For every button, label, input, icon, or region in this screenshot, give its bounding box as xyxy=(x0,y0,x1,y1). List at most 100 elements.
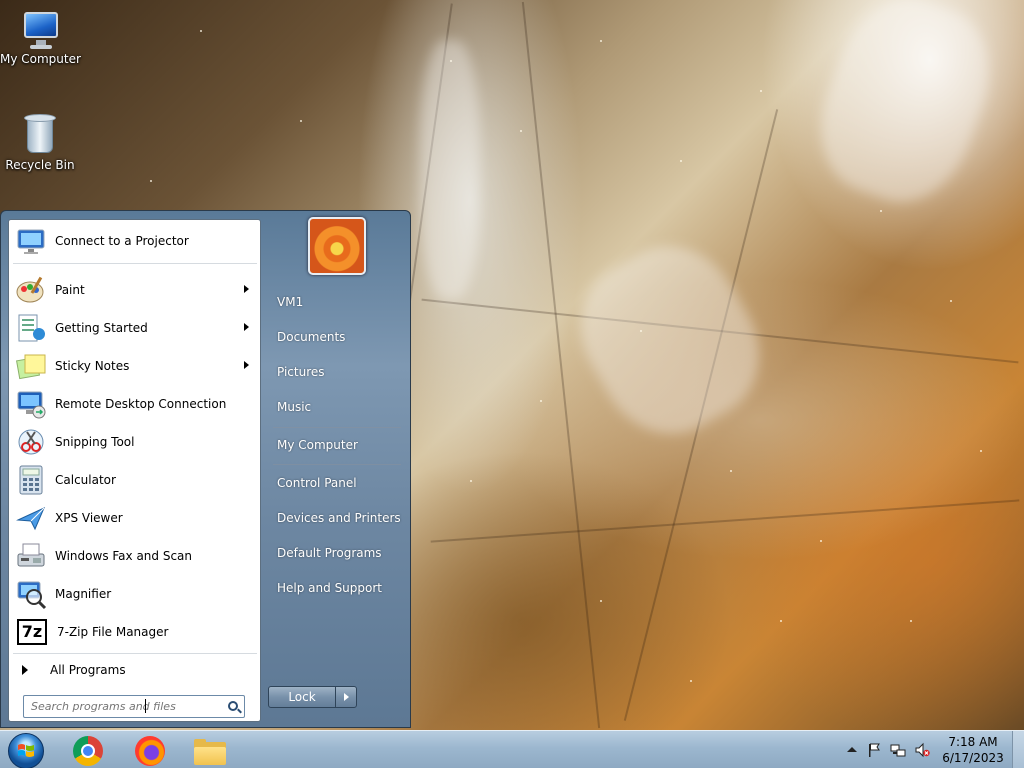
right-item-default-programs[interactable]: Default Programs xyxy=(265,539,405,567)
program-label: Paint xyxy=(55,283,85,297)
taskbar-firefox-button[interactable] xyxy=(120,733,170,767)
program-getting-started[interactable]: Getting Started xyxy=(11,310,259,346)
desktop-icon-label: My Computer xyxy=(0,52,81,66)
right-item-my-computer[interactable]: My Computer xyxy=(265,431,405,459)
all-programs-arrow-icon xyxy=(22,665,28,675)
right-item-label: Pictures xyxy=(277,365,325,379)
search-box[interactable] xyxy=(23,695,245,718)
search-icon[interactable] xyxy=(228,701,238,711)
taskbar-chrome-button[interactable] xyxy=(58,733,108,767)
right-item-label: My Computer xyxy=(277,438,358,452)
program-label: Magnifier xyxy=(55,587,112,601)
program-snipping-tool[interactable]: Snipping Tool xyxy=(11,424,259,460)
program-magnifier[interactable]: Magnifier xyxy=(11,576,259,612)
right-item-label: VM1 xyxy=(277,295,304,309)
lock-label: Lock xyxy=(288,690,316,704)
windows-logo-icon xyxy=(18,744,34,757)
file-explorer-icon xyxy=(194,739,226,765)
separator xyxy=(13,653,257,654)
right-item-help-support[interactable]: Help and Support xyxy=(265,574,405,602)
program-label: 7-Zip File Manager xyxy=(57,625,169,639)
right-item-devices-printers[interactable]: Devices and Printers xyxy=(265,504,405,532)
action-center-flag-icon[interactable] xyxy=(866,742,882,758)
text-cursor-icon xyxy=(145,699,146,713)
chrome-icon xyxy=(73,736,103,766)
start-menu-programs-pane: Connect to a Projector Paint Getting Sta… xyxy=(8,219,261,722)
program-windows-fax-scan[interactable]: Windows Fax and Scan xyxy=(11,538,259,574)
program-paint[interactable]: Paint xyxy=(11,272,259,308)
clock[interactable]: 7:18 AM 6/17/2023 xyxy=(940,734,1006,766)
right-item-label: Help and Support xyxy=(277,581,382,595)
right-item-label: Devices and Printers xyxy=(277,511,401,525)
wallpaper-sheen xyxy=(800,0,1010,220)
program-label: Connect to a Projector xyxy=(55,234,189,248)
program-7zip[interactable]: 7z 7-Zip File Manager xyxy=(11,614,259,650)
my-computer-icon xyxy=(18,10,62,50)
network-icon[interactable] xyxy=(890,742,906,758)
program-calculator[interactable]: Calculator xyxy=(11,462,259,498)
right-item-vm1[interactable]: VM1 xyxy=(265,288,405,316)
separator xyxy=(273,427,401,428)
calculator-icon xyxy=(15,464,47,496)
submenu-arrow-icon[interactable] xyxy=(244,285,249,293)
desktop-icon-recycle-bin[interactable]: Recycle Bin xyxy=(0,112,80,172)
clock-time: 7:18 AM xyxy=(948,735,998,749)
user-picture[interactable] xyxy=(308,217,366,275)
7zip-icon: 7z xyxy=(17,619,47,645)
program-label: Windows Fax and Scan xyxy=(55,549,193,563)
clock-date: 6/17/2023 xyxy=(942,751,1004,765)
right-item-label: Control Panel xyxy=(277,476,357,490)
magnifier-icon xyxy=(15,578,47,610)
paint-icon xyxy=(15,274,47,306)
program-remote-desktop[interactable]: Remote Desktop Connection xyxy=(11,386,259,422)
volume-muted-icon[interactable] xyxy=(914,742,930,758)
remote-desktop-icon xyxy=(15,388,47,420)
separator xyxy=(273,464,401,465)
right-item-documents[interactable]: Documents xyxy=(265,323,405,351)
right-item-label: Default Programs xyxy=(277,546,382,560)
right-item-label: Music xyxy=(277,400,312,414)
recycle-bin-icon xyxy=(22,112,58,156)
all-programs-button[interactable]: All Programs xyxy=(11,656,259,684)
start-button[interactable] xyxy=(8,733,44,768)
fax-scan-icon xyxy=(15,540,47,572)
wallpaper-sheen xyxy=(555,222,785,458)
taskbar: 7:18 AM 6/17/2023 xyxy=(0,730,1024,768)
program-xps-viewer[interactable]: XPS Viewer xyxy=(11,500,259,536)
program-label: XPS Viewer xyxy=(55,511,123,525)
program-label: Snipping Tool xyxy=(55,435,135,449)
wallpaper-seam xyxy=(430,499,1020,543)
program-label: Getting Started xyxy=(55,321,148,335)
right-item-control-panel[interactable]: Control Panel xyxy=(265,469,405,497)
wallpaper-sheen xyxy=(420,40,480,300)
right-item-music[interactable]: Music xyxy=(265,393,405,421)
desktop-icon-my-computer[interactable]: My Computer xyxy=(0,10,81,66)
firefox-icon xyxy=(135,736,165,766)
right-item-pictures[interactable]: Pictures xyxy=(265,358,405,386)
program-connect-to-projector[interactable]: Connect to a Projector xyxy=(11,223,259,259)
7zip-glyph: 7z xyxy=(21,622,43,641)
start-menu: Connect to a Projector Paint Getting Sta… xyxy=(0,210,411,728)
xps-viewer-icon xyxy=(15,502,47,534)
submenu-arrow-icon[interactable] xyxy=(244,323,249,331)
wallpaper-seam xyxy=(521,1,601,729)
getting-started-icon xyxy=(15,312,47,344)
program-label: Calculator xyxy=(55,473,116,487)
program-label: Remote Desktop Connection xyxy=(55,397,227,411)
right-item-label: Documents xyxy=(277,330,346,344)
submenu-arrow-icon[interactable] xyxy=(244,361,249,369)
taskbar-file-explorer-button[interactable] xyxy=(182,733,232,767)
program-sticky-notes[interactable]: Sticky Notes xyxy=(11,348,259,384)
sticky-notes-icon xyxy=(15,350,47,382)
snipping-tool-icon xyxy=(15,426,47,458)
projector-icon xyxy=(15,225,47,257)
show-hidden-icons-icon[interactable] xyxy=(844,742,860,758)
desktop-icon-label: Recycle Bin xyxy=(5,158,75,172)
show-desktop-button[interactable] xyxy=(1012,731,1024,768)
shutdown-options-arrow-button[interactable] xyxy=(335,686,357,708)
separator xyxy=(13,263,257,264)
lock-button[interactable]: Lock xyxy=(268,686,336,708)
all-programs-label: All Programs xyxy=(50,663,126,677)
program-label: Sticky Notes xyxy=(55,359,130,373)
search-input[interactable] xyxy=(24,696,220,717)
